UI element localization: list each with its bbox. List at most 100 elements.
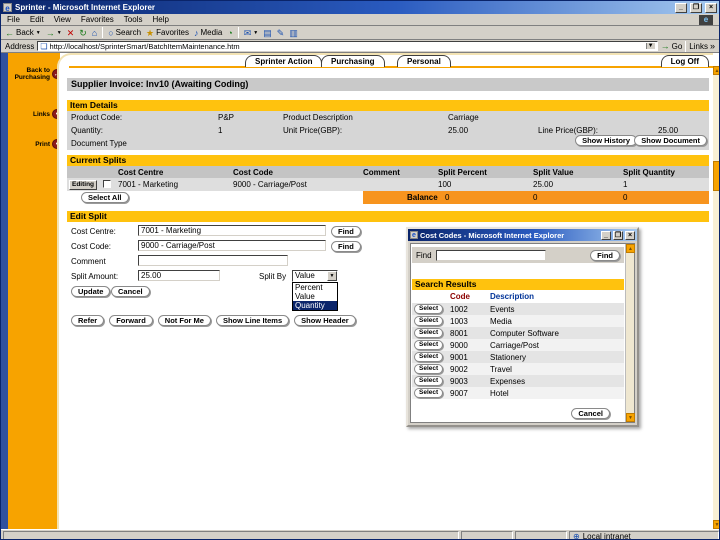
toolbar-separator xyxy=(685,40,687,52)
popup-minimize-button[interactable]: _ xyxy=(601,230,611,240)
select-arrow-icon[interactable]: ▼ xyxy=(327,271,337,281)
sidebar-item-back-to-purchasing[interactable]: Back to Purchasing ← xyxy=(8,67,64,81)
show-header-button[interactable]: Show Header xyxy=(294,315,356,326)
cost-code-input[interactable] xyxy=(138,240,326,251)
popup-restore-button[interactable]: ❐ xyxy=(613,230,623,240)
print-icon: ▤ xyxy=(263,27,272,38)
sidebar-item-links[interactable]: Links • xyxy=(8,109,64,119)
popup-scrollbar[interactable]: ▲ ▼ xyxy=(625,244,635,422)
menu-help[interactable]: Help xyxy=(152,15,168,24)
mail-icon: ✉ xyxy=(243,27,252,38)
split-amount-input[interactable] xyxy=(138,270,220,281)
address-dropdown-icon[interactable]: ▼ xyxy=(645,43,655,49)
sidebar-item-print[interactable]: Print • xyxy=(8,139,64,149)
select-button[interactable]: Select xyxy=(414,352,444,362)
show-document-button[interactable]: Show Document xyxy=(634,135,707,146)
cost-code-find-button[interactable]: Find xyxy=(331,241,361,252)
row-description: Hotel xyxy=(490,389,509,398)
show-line-items-button[interactable]: Show Line Items xyxy=(215,315,290,326)
mail-button[interactable]: ✉ ▼ xyxy=(244,28,259,38)
tab-personal[interactable]: Personal xyxy=(397,55,451,67)
back-button[interactable]: ← Back ▼ xyxy=(5,28,41,38)
row-code: 9001 xyxy=(450,353,468,362)
popup-app-icon: e xyxy=(410,231,418,239)
scroll-down-icon[interactable]: ▼ xyxy=(713,520,719,529)
left-border-strip xyxy=(1,53,8,529)
option-percent[interactable]: Percent xyxy=(293,283,337,292)
cost-centre-input[interactable] xyxy=(138,225,326,236)
address-input[interactable]: ❏ http://localhost/SprinterSmart/BatchIt… xyxy=(37,41,658,51)
search-label: Search xyxy=(115,28,142,37)
go-button[interactable]: → Go xyxy=(661,41,683,51)
split-by-select[interactable]: Value ▼ xyxy=(292,270,338,282)
zone-label: Local intranet xyxy=(582,531,631,540)
refresh-button[interactable]: ↻ xyxy=(79,28,87,38)
option-quantity[interactable]: Quantity xyxy=(293,301,337,310)
menu-edit[interactable]: Edit xyxy=(30,15,44,24)
tab-purchasing[interactable]: Purchasing xyxy=(321,55,385,67)
history-button[interactable]: ◔ xyxy=(227,28,232,38)
cost-centre-find-button[interactable]: Find xyxy=(331,226,361,237)
media-button[interactable]: ♪ Media xyxy=(194,28,222,38)
links-button[interactable]: Links » xyxy=(689,41,715,51)
tab-sprinter-action[interactable]: Sprinter Action xyxy=(245,55,323,67)
mail-dropdown-icon[interactable]: ▼ xyxy=(253,28,258,38)
menu-view[interactable]: View xyxy=(54,15,71,24)
popup-scroll-up-icon[interactable]: ▲ xyxy=(626,244,635,253)
browser-toolbar: ← Back ▼ → ▼ ✕ ↻ ⌂ ○ Search ★ Favorites … xyxy=(1,26,719,40)
favorites-button[interactable]: ★ Favorites xyxy=(146,28,189,38)
popup-find-row: Find Find xyxy=(412,247,624,263)
show-history-button[interactable]: Show History xyxy=(575,135,637,146)
popup-cancel-button[interactable]: Cancel xyxy=(571,408,610,419)
links-label: Links xyxy=(689,41,708,51)
split-amount-label: Split Amount: xyxy=(71,272,119,281)
stop-button[interactable]: ✕ xyxy=(67,28,75,38)
option-value[interactable]: Value xyxy=(293,292,337,301)
forward-button[interactable]: → ▼ xyxy=(46,28,62,38)
row-checkbox[interactable] xyxy=(103,180,111,188)
select-button[interactable]: Select xyxy=(414,304,444,314)
product-description-value: Carriage xyxy=(448,113,479,122)
select-all-button[interactable]: Select All xyxy=(81,192,129,203)
comment-input[interactable] xyxy=(138,255,288,266)
scroll-up-icon[interactable]: ▲ xyxy=(713,66,719,75)
page-scrollbar[interactable]: ▲ ▼ xyxy=(713,66,719,529)
security-zone-pane: ⊕ Local intranet xyxy=(569,531,719,540)
maximize-button[interactable]: ❐ xyxy=(690,2,702,13)
update-button[interactable]: Update xyxy=(71,286,111,297)
select-button[interactable]: Select xyxy=(414,340,444,350)
address-bar: Address ❏ http://localhost/SprinterSmart… xyxy=(1,40,719,53)
select-button[interactable]: Select xyxy=(414,328,444,338)
scroll-thumb[interactable] xyxy=(713,161,719,191)
close-button[interactable]: × xyxy=(705,2,717,13)
popup-close-button[interactable]: × xyxy=(625,230,635,240)
back-dropdown-icon[interactable]: ▼ xyxy=(36,28,41,38)
menu-favorites[interactable]: Favorites xyxy=(81,15,114,24)
address-url[interactable]: http://localhost/SprinterSmart/BatchItem… xyxy=(50,42,644,51)
forward-dropdown-icon[interactable]: ▼ xyxy=(57,28,62,38)
tab-log-off[interactable]: Log Off xyxy=(660,55,709,67)
menu-file[interactable]: File xyxy=(7,15,20,24)
not-for-me-button[interactable]: Not For Me xyxy=(157,315,211,326)
select-button[interactable]: Select xyxy=(414,376,444,386)
popup-search-input[interactable] xyxy=(435,249,546,261)
search-button[interactable]: ○ Search xyxy=(108,28,141,38)
results-header-row: Code Description xyxy=(412,291,624,303)
popup-scroll-down-icon[interactable]: ▼ xyxy=(626,413,635,422)
edit-page-button[interactable]: ✎ xyxy=(277,28,285,38)
minimize-button[interactable]: _ xyxy=(675,2,687,13)
discuss-button[interactable]: ▥ xyxy=(289,28,298,38)
refer-button[interactable]: Refer xyxy=(71,315,105,326)
cancel-button[interactable]: Cancel xyxy=(111,286,150,297)
splits-table-row: Editing 7001 - Marketing 9000 - Carriage… xyxy=(67,178,709,191)
editing-button[interactable]: Editing xyxy=(69,180,98,190)
select-button[interactable]: Select xyxy=(414,388,444,398)
product-code-label: Product Code: xyxy=(71,113,123,122)
print-button[interactable]: ▤ xyxy=(263,28,272,38)
home-button[interactable]: ⌂ xyxy=(92,28,97,38)
forward-action-button[interactable]: Forward xyxy=(109,315,153,326)
select-button[interactable]: Select xyxy=(414,364,444,374)
popup-find-button[interactable]: Find xyxy=(590,249,620,261)
menu-tools[interactable]: Tools xyxy=(124,15,143,24)
select-button[interactable]: Select xyxy=(414,316,444,326)
